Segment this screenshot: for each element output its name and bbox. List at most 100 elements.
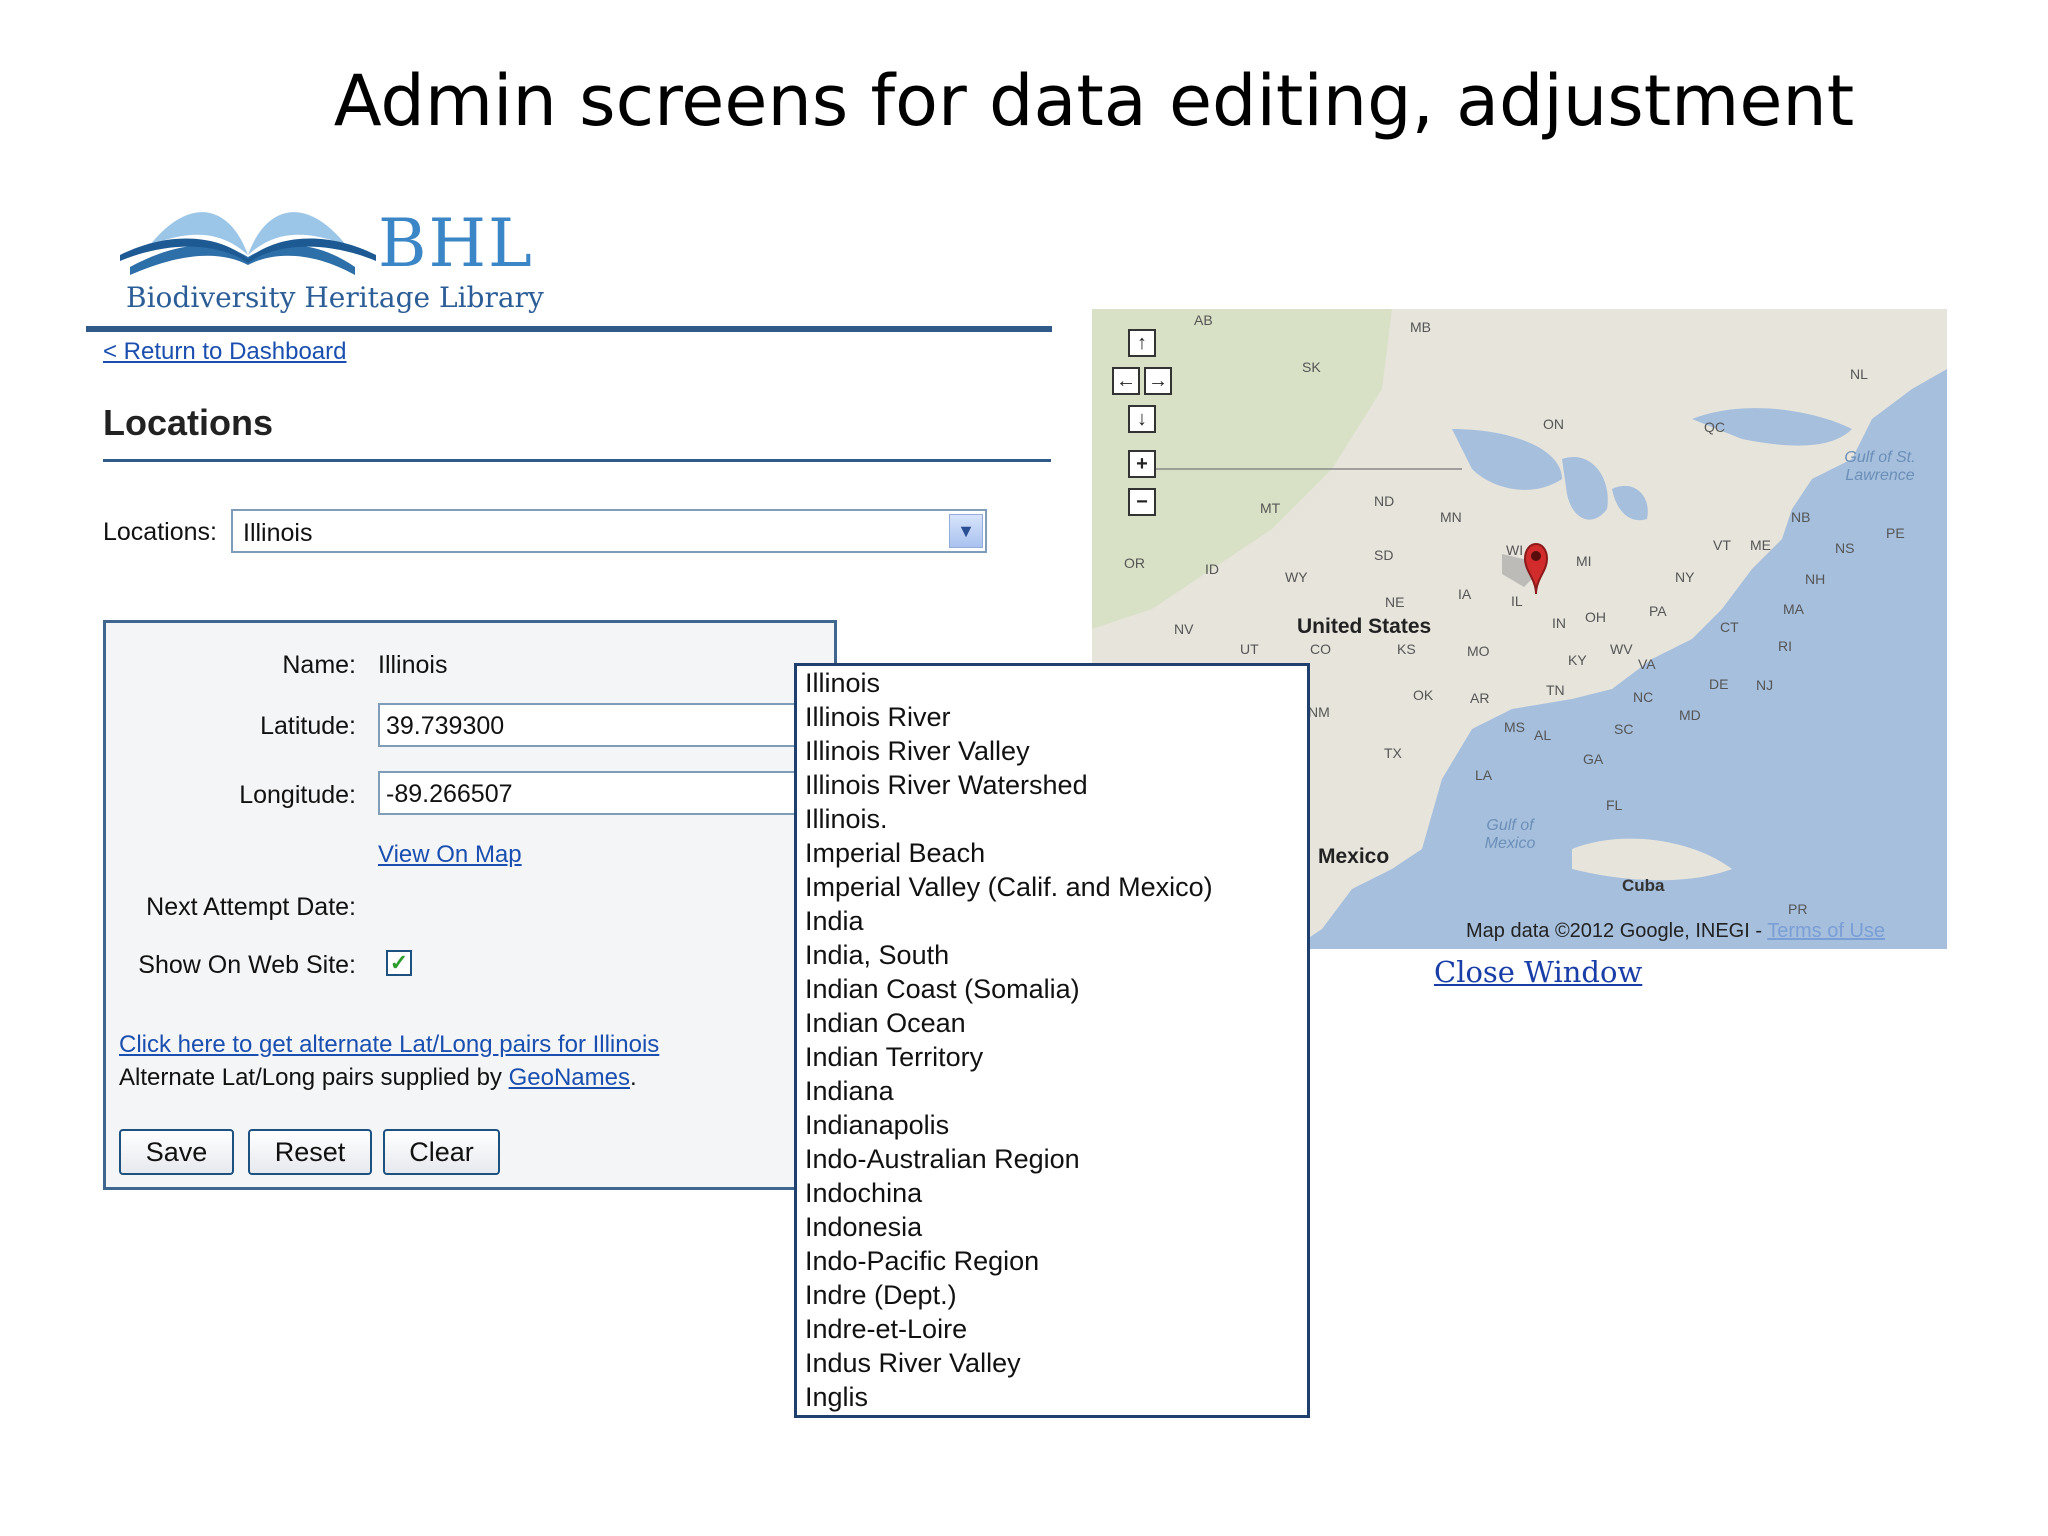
book-icon <box>120 212 376 275</box>
zoom-out-button[interactable]: − <box>1128 488 1156 516</box>
map-label: GA <box>1583 751 1604 767</box>
locations-select-value: Illinois <box>243 519 313 547</box>
dropdown-option[interactable]: Indian Ocean <box>805 1006 966 1040</box>
pan-down-button[interactable]: ↓ <box>1128 405 1156 433</box>
show-on-web-site-label: Show On Web Site: <box>138 951 356 979</box>
bhl-subtitle: Biodiversity Heritage Library <box>126 281 544 314</box>
map-label: NY <box>1675 569 1695 585</box>
map-label: ON <box>1543 416 1564 432</box>
map-label: LA <box>1475 767 1493 783</box>
map-label: SD <box>1374 547 1394 563</box>
map-label: VA <box>1638 656 1656 672</box>
return-to-dashboard-link[interactable]: < Return to Dashboard <box>103 338 346 366</box>
latitude-input[interactable]: 39.739300 <box>378 703 818 747</box>
dropdown-option[interactable]: India <box>805 904 864 938</box>
map-label: MO <box>1467 643 1490 659</box>
title-divider <box>103 459 1051 462</box>
cuba-label: Cuba <box>1622 876 1665 895</box>
dropdown-option[interactable]: Indonesia <box>805 1210 922 1244</box>
name-label: Name: <box>282 651 356 679</box>
dropdown-option[interactable]: Indiana <box>805 1074 894 1108</box>
map-label: NE <box>1385 594 1405 610</box>
dropdown-option[interactable]: Imperial Valley (Calif. and Mexico) <box>805 870 1213 904</box>
dropdown-option[interactable]: Indus River Valley <box>805 1346 1021 1380</box>
locations-select[interactable]: Illinois ▼ <box>231 509 987 553</box>
map-label: SK <box>1302 359 1321 375</box>
dropdown-option[interactable]: Indianapolis <box>805 1108 949 1142</box>
chevron-down-icon[interactable]: ▼ <box>949 514 983 548</box>
reset-button[interactable]: Reset <box>248 1129 372 1175</box>
alternate-latlong-link[interactable]: Click here to get alternate Lat/Long pai… <box>119 1031 659 1059</box>
map-label: IA <box>1458 586 1472 602</box>
map-label: IN <box>1552 615 1566 631</box>
save-button[interactable]: Save <box>119 1129 234 1175</box>
map-label: ME <box>1750 537 1771 553</box>
map-label: IL <box>1511 593 1523 609</box>
dropdown-option[interactable]: Indre (Dept.) <box>805 1278 957 1312</box>
map-attribution-text: Map data ©2012 Google, INEGI - <box>1466 920 1768 942</box>
map-label: CT <box>1720 619 1739 635</box>
dropdown-option[interactable]: Indo-Australian Region <box>805 1142 1080 1176</box>
terms-of-use-link[interactable]: Terms of Use <box>1767 920 1885 942</box>
dropdown-option[interactable]: Indian Coast (Somalia) <box>805 972 1080 1006</box>
map-label: NS <box>1835 540 1855 556</box>
map-attribution: Map data ©2012 Google, INEGI - Terms of … <box>1466 920 1885 943</box>
period: . <box>629 1064 637 1091</box>
dropdown-option[interactable]: Indo-Pacific Region <box>805 1244 1039 1278</box>
dropdown-option[interactable]: Indochina <box>805 1176 922 1210</box>
geonames-link[interactable]: GeoNames <box>509 1064 630 1091</box>
map-label: PR <box>1788 901 1808 917</box>
dropdown-option[interactable]: Inglis <box>805 1380 868 1414</box>
slide-title: Admin screens for data editing, adjustme… <box>333 60 1855 142</box>
dropdown-option[interactable]: Illinois <box>805 666 880 700</box>
dropdown-option[interactable]: Indian Territory <box>805 1040 983 1074</box>
dropdown-option[interactable]: Illinois River Valley <box>805 734 1030 768</box>
dropdown-option[interactable]: Illinois. <box>805 802 888 836</box>
map-label: QC <box>1704 419 1725 435</box>
latitude-label: Latitude: <box>260 712 356 740</box>
longitude-input[interactable]: -89.266507 <box>378 771 818 815</box>
map-label: NH <box>1805 571 1826 587</box>
pan-left-button[interactable]: ← <box>1112 367 1140 395</box>
map-label: WY <box>1285 569 1308 585</box>
map-label: TN <box>1546 682 1565 698</box>
next-attempt-date-label: Next Attempt Date: <box>146 893 356 921</box>
zoom-in-button[interactable]: + <box>1128 450 1156 478</box>
map-label: OH <box>1585 609 1606 625</box>
map-label: MT <box>1260 500 1281 516</box>
locations-dropdown-list[interactable]: Illinois Illinois River Illinois River V… <box>794 663 1310 1418</box>
clear-button[interactable]: Clear <box>383 1129 500 1175</box>
map-label: NM <box>1308 704 1330 720</box>
map-label: AL <box>1534 727 1552 743</box>
dropdown-option[interactable]: Illinois River Watershed <box>805 768 1088 802</box>
map-label: NV <box>1174 621 1194 637</box>
show-on-web-site-checkbox[interactable]: ✓ <box>386 950 412 976</box>
map-label: WV <box>1610 641 1633 657</box>
pan-right-button[interactable]: → <box>1144 367 1172 395</box>
dropdown-option[interactable]: Imperial Beach <box>805 836 985 870</box>
map-label: RI <box>1778 638 1792 654</box>
country-label-us: United States <box>1297 615 1432 638</box>
map-label: KY <box>1568 652 1587 668</box>
map-label: NB <box>1791 509 1811 525</box>
map-label: MN <box>1440 509 1462 525</box>
map-label: KS <box>1397 641 1416 657</box>
map-label: MB <box>1410 319 1431 335</box>
close-window-link[interactable]: Close Window <box>1434 955 1642 989</box>
alternate-latlong-text: Alternate Lat/Long pairs supplied by <box>119 1064 502 1091</box>
map-label: MA <box>1783 601 1804 617</box>
map-label: UT <box>1240 641 1259 657</box>
country-label-mexico: Mexico <box>1318 845 1390 868</box>
pan-up-button[interactable]: ↑ <box>1128 329 1156 357</box>
map-label: NJ <box>1756 677 1774 693</box>
gulf-st-lawrence-label: Gulf of St. Lawrence <box>1844 449 1916 484</box>
dropdown-option[interactable]: Indre-et-Loire <box>805 1312 967 1346</box>
map-label: ID <box>1205 561 1219 577</box>
dropdown-option[interactable]: Illinois River <box>805 700 951 734</box>
map-label: PA <box>1649 603 1667 619</box>
view-on-map-link[interactable]: View On Map <box>378 841 522 869</box>
map-label: FL <box>1606 797 1623 813</box>
dropdown-option[interactable]: India, South <box>805 938 949 972</box>
map-label: NL <box>1850 366 1868 382</box>
header-divider <box>86 326 1052 332</box>
